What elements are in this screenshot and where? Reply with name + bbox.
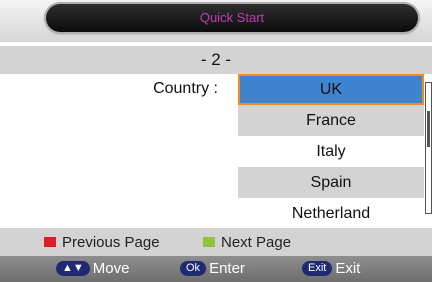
next-page-label: Next Page [221, 234, 292, 251]
exit-label: Exit [335, 260, 361, 277]
country-option-label: UK [319, 81, 343, 98]
country-option-netherland[interactable]: Netherland [238, 198, 424, 229]
next-page-hint[interactable]: Next Page [203, 234, 291, 251]
enter-hint: Ok Enter [180, 260, 245, 277]
country-option-france[interactable]: France [238, 105, 424, 136]
country-option-label: Netherland [291, 205, 371, 222]
country-option-italy[interactable]: Italy [238, 136, 424, 167]
page-indicator-bar: - 2 - [0, 46, 432, 74]
move-hint: ▲▼ Move [56, 260, 129, 277]
red-key-icon [44, 237, 56, 248]
title-bar: Quick Start [0, 0, 432, 42]
list-scrollbar[interactable] [425, 82, 432, 214]
screen-title: Quick Start [199, 10, 265, 25]
country-option-label: France [306, 112, 356, 129]
green-key-icon [203, 237, 215, 248]
exit-key-icon: Exit [302, 260, 333, 276]
exit-hint: Exit Exit [302, 260, 360, 277]
enter-label: Enter [209, 260, 245, 277]
page-indicator: - 2 - [200, 50, 232, 69]
previous-page-label: Previous Page [62, 234, 160, 251]
scrollbar-thumb[interactable] [427, 111, 430, 147]
title-pill: Quick Start [46, 4, 418, 32]
country-option-spain[interactable]: Spain [238, 167, 424, 198]
quick-start-screen: Quick Start - 2 - Country : UK France It… [0, 0, 432, 282]
country-label: Country : [153, 80, 218, 97]
arrow-keys-icon: ▲▼ [56, 260, 90, 276]
country-option-uk[interactable]: UK [238, 74, 424, 105]
country-option-label: Italy [316, 143, 346, 160]
move-label: Move [92, 260, 130, 277]
color-key-legend: Previous Page Next Page [0, 228, 432, 256]
ok-key-icon: Ok [180, 260, 207, 276]
previous-page-hint[interactable]: Previous Page [44, 234, 160, 251]
help-bar: ▲▼ Move Ok Enter Exit Exit [0, 256, 432, 282]
country-list: UK France Italy Spain Netherland [238, 74, 424, 229]
country-option-label: Spain [310, 174, 352, 191]
